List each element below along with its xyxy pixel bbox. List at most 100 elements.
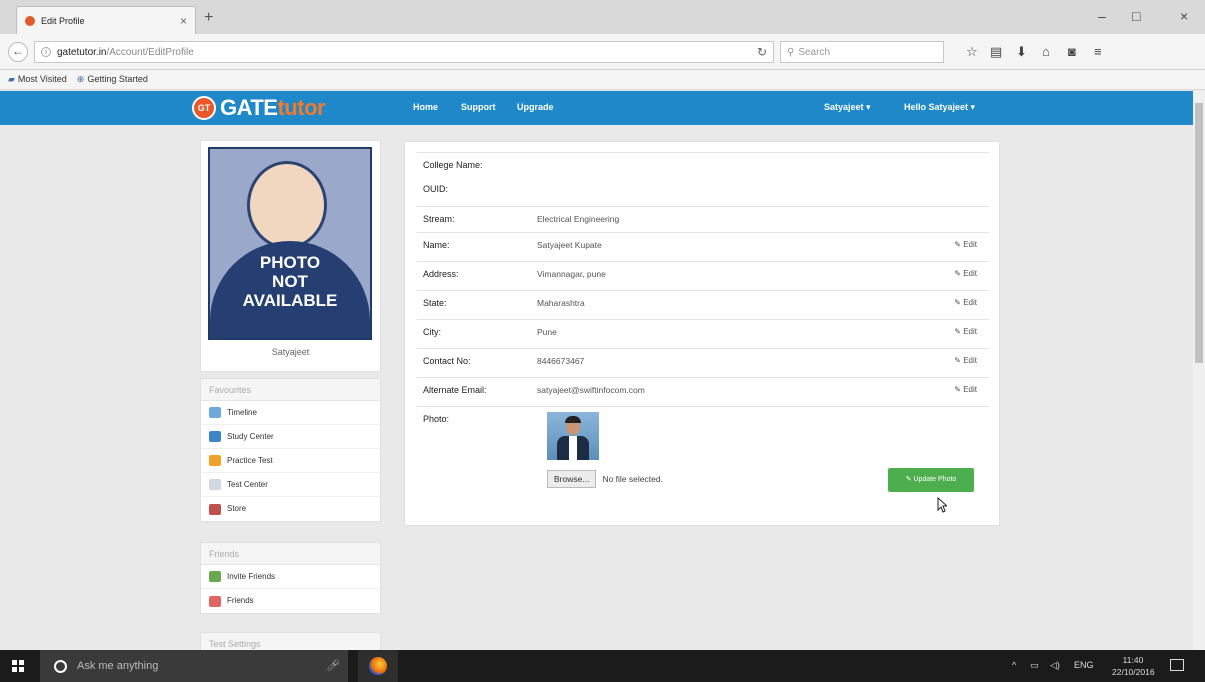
reader-icon[interactable]: ▤ [990,44,1002,60]
taskbar-clock[interactable]: 11:40 22/10/2016 [1112,654,1155,678]
profile-photo-card: PHOTO NOT AVAILABLE Satyajeet [200,140,381,372]
profile-row-state: State: Maharashtra ✎ Edit [417,290,989,319]
edit-name-link[interactable]: ✎ Edit [954,240,977,249]
bookmark-getting-started[interactable]: ⊕ Getting Started [77,74,148,85]
tab-close-icon[interactable]: × [180,14,187,28]
tab-title: Edit Profile [41,15,85,26]
tray-overflow-icon[interactable]: ^ [1012,660,1016,670]
logo-tutor-text: tutor [277,95,326,120]
avatar-head [247,161,327,249]
home-icon[interactable]: ⌂ [1042,44,1050,59]
logo-badge: GT [192,96,216,120]
edit-state-link[interactable]: ✎ Edit [954,298,977,307]
practice-test-icon [209,455,221,466]
scroll-thumb[interactable] [1195,103,1203,363]
sidebar-item-store[interactable]: Store [201,497,380,521]
cortana-search-input[interactable]: Ask me anything [40,650,348,682]
profile-row-contact: Contact No: 8446673467 ✎ Edit [417,348,989,377]
sidebar-item-practice-test[interactable]: Practice Test [201,449,380,473]
browser-tab[interactable]: Edit Profile × [16,6,196,34]
profile-row-address: Address: Vimannagar, pune ✎ Edit [417,261,989,290]
profile-row-city: City: Pune ✎ Edit [417,319,989,348]
taskbar-firefox[interactable] [358,650,398,682]
profile-row-college: College Name: [417,152,989,182]
store-icon [209,503,221,515]
gatetutor-logo[interactable]: GT GATE tutor [192,95,326,121]
page-scrollbar[interactable] [1193,91,1205,650]
language-indicator[interactable]: ENG [1074,660,1094,670]
test-center-icon [209,479,221,490]
folder-icon: ▰ [8,74,15,84]
back-button[interactable]: ← [8,42,28,62]
url-path: /Account/EditProfile [106,46,194,58]
edit-contact-link[interactable]: ✎ Edit [954,356,977,365]
volume-icon[interactable]: ◁) [1050,660,1060,671]
star-icon[interactable]: ☆ [966,44,978,60]
site-header: GT GATE tutor Home Support Upgrade Satya… [0,91,1193,125]
profile-row-photo: Photo: [417,406,989,516]
test-settings-panel: Test Settings [200,632,381,655]
bookmark-most-visited[interactable]: ▰ Most Visited [8,74,67,85]
microphone-icon[interactable]: 🎤︎ [326,659,340,672]
site-favicon-icon [25,15,35,26]
sidebar-item-study-center[interactable]: Study Center [201,425,380,449]
download-icon[interactable]: ⬇ [1016,44,1027,60]
profile-user-name: Satyajeet [271,347,310,357]
profile-row-ouid: OUID: [423,184,449,194]
sidebar-item-friends[interactable]: Friends [201,589,380,613]
notifications-icon[interactable] [1170,659,1184,671]
photo-not-available-text: PHOTO NOT AVAILABLE [242,253,338,310]
update-photo-button[interactable]: ✎ Update Photo [888,468,974,492]
network-icon[interactable]: ▭ [1030,660,1039,671]
windows-start-icon[interactable] [12,660,24,672]
firefox-icon [369,657,387,675]
close-window-button[interactable]: × [1180,8,1188,24]
profile-photo-thumbnail [547,412,599,460]
maximize-button[interactable]: □ [1132,8,1140,24]
windows-taskbar: Ask me anything 🎤︎ ^ ▭ ◁) ENG 11:40 22/1… [0,650,1205,682]
nav-upgrade[interactable]: Upgrade [517,102,554,112]
friends-icon [209,595,221,607]
sidebar-item-timeline[interactable]: Timeline [201,401,380,425]
study-center-icon [209,431,221,442]
profile-row-name: Name: Satyajeet Kupate ✎ Edit [417,232,989,261]
favourites-heading: Favourites [201,379,380,401]
mouse-cursor-icon [937,497,947,513]
search-icon: ⚲ [787,46,795,58]
pocket-icon[interactable]: ◙ [1068,44,1076,59]
profile-details-card: College Name: OUID: Stream: Electrical E… [404,141,1000,526]
cortana-icon [54,659,67,673]
bookmarks-bar: ▰ Most Visited ⊕ Getting Started [0,70,1205,90]
user-menu[interactable]: Satyajeet ▾ [824,102,871,113]
minimize-button[interactable]: – [1098,8,1106,24]
browser-nav-bar: ← i gatetutor.in /Account/EditProfile ↻ … [0,34,1205,70]
globe-icon: ⊕ [76,74,85,84]
no-file-selected-text: No file selected. [602,474,663,484]
photo-not-available-image: PHOTO NOT AVAILABLE [208,147,372,340]
url-host: gatetutor.in [57,46,107,58]
friends-panel: Friends Invite Friends Friends [200,542,381,614]
nav-support[interactable]: Support [461,102,496,112]
friends-heading: Friends [201,543,380,565]
menu-icon[interactable]: ≡ [1094,44,1102,59]
file-input: Browse... No file selected. [547,470,663,488]
timeline-icon [209,407,221,418]
url-bar[interactable]: i gatetutor.in /Account/EditProfile ↻ [34,41,774,63]
favourites-panel: Favourites Timeline Study Center Practic… [200,378,381,522]
hello-user-menu[interactable]: Hello Satyajeet ▾ [904,102,975,113]
edit-address-link[interactable]: ✎ Edit [954,269,977,278]
reload-icon[interactable]: ↻ [757,45,767,59]
invite-friends-icon [209,571,221,582]
sidebar-item-invite-friends[interactable]: Invite Friends [201,565,380,589]
browser-tab-bar: Edit Profile × + – □ × [0,0,1205,34]
edit-city-link[interactable]: ✎ Edit [954,327,977,336]
new-tab-button[interactable]: + [204,9,213,27]
nav-home[interactable]: Home [413,102,438,112]
edit-email-link[interactable]: ✎ Edit [954,385,977,394]
profile-row-stream: Stream: Electrical Engineering [417,206,989,232]
sidebar-item-test-center[interactable]: Test Center [201,473,380,497]
browse-button[interactable]: Browse... [547,470,597,488]
browser-search-input[interactable]: ⚲ Search [780,41,944,63]
info-icon[interactable]: i [41,47,51,57]
profile-row-alternate-email: Alternate Email: satyajeet@swiftinfocom.… [417,377,989,406]
